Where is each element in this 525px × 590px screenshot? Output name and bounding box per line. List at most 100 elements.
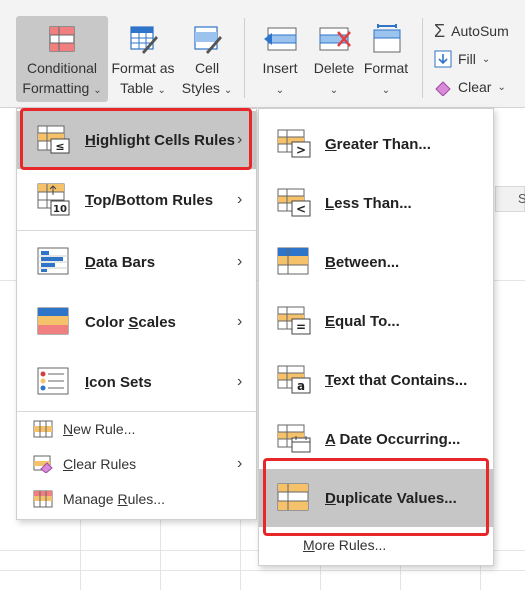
text-contains-icon: a (277, 365, 311, 394)
submenu-item-label: Less Than... (325, 194, 412, 212)
conditional-formatting-icon (49, 26, 75, 52)
chevron-down-icon: ⌄ (481, 53, 491, 65)
svg-text:a: a (297, 379, 305, 393)
chevron-down-icon: ⌄ (93, 85, 102, 96)
submenu-item-label: Equal To... (325, 312, 400, 330)
grid-line (0, 570, 525, 571)
ribbon-separator (422, 18, 423, 98)
fill-label: Fill (458, 51, 476, 67)
format-as-table-button[interactable]: Format as Table ⌄ (110, 16, 176, 102)
greater-than-icon: > (277, 129, 311, 158)
equal-to-icon: = (277, 306, 311, 335)
cs-label-line2: Styles (181, 80, 220, 96)
between-icon (277, 247, 309, 275)
submenu-item-label: Between... (325, 253, 400, 271)
submenu-item-label: Text that Contains... (325, 371, 468, 389)
delete-button[interactable]: Delete ⌄ (308, 16, 360, 102)
menu-item-label: Color Scales (85, 313, 176, 331)
submenu-item-greater-than[interactable]: > Greater Than... (259, 115, 493, 173)
menu-item-new-rule[interactable]: New Rule... (17, 412, 256, 446)
conditional-formatting-menu: ≤ Highlight Cells Rules › 10 Top/Bottom … (16, 108, 257, 520)
highlight-cells-icon: ≤ (37, 125, 70, 154)
eraser-icon (435, 81, 451, 96)
fill-down-icon (434, 50, 452, 68)
menu-item-manage-rules[interactable]: Manage Rules... (17, 482, 256, 516)
svg-text:≤: ≤ (55, 140, 64, 153)
menu-item-highlight-cells-rules[interactable]: ≤ Highlight Cells Rules › (17, 111, 256, 169)
clear-rules-icon (33, 455, 53, 473)
chevron-right-icon: › (237, 131, 243, 148)
insert-button[interactable]: Insert ⌄ (254, 16, 306, 102)
menu-item-clear-rules[interactable]: Clear Rules › (17, 447, 256, 481)
menu-item-top-bottom-rules[interactable]: 10 Top/Bottom Rules › (17, 171, 256, 229)
menu-item-color-scales[interactable]: Color Scales › (17, 293, 256, 351)
manage-rules-icon (33, 490, 53, 508)
top-bottom-icon: 10 (37, 183, 70, 216)
less-than-icon: < (277, 188, 311, 217)
chevron-right-icon: › (237, 313, 243, 330)
fat-label-line2: Table (120, 80, 154, 96)
chevron-down-icon: ⌄ (329, 85, 339, 96)
submenu-item-between[interactable]: Between... (259, 233, 493, 291)
svg-text:10: 10 (53, 204, 67, 215)
menu-item-label: Highlight Cells Rules (85, 131, 236, 149)
data-bars-icon (37, 247, 69, 275)
chevron-right-icon: › (237, 373, 243, 390)
ribbon: Conditional Formatting ⌄ Format as Table… (0, 0, 525, 108)
submenu-item-date-occurring[interactable]: A Date Occurring... (259, 410, 493, 468)
new-rule-icon (33, 420, 53, 438)
cell-styles-icon (194, 26, 222, 54)
submenu-item-equal-to[interactable]: = Equal To... (259, 292, 493, 350)
cs-label-line1: Cell (194, 60, 220, 76)
chevron-right-icon: › (237, 191, 243, 208)
conditional-formatting-button[interactable]: Conditional Formatting ⌄ (16, 16, 108, 102)
format-button[interactable]: Format ⌄ (360, 16, 412, 102)
svg-text:=: = (296, 320, 306, 334)
chevron-down-icon: ⌄ (497, 81, 506, 93)
submenu-item-label: Greater Than... (325, 135, 431, 153)
duplicate-values-icon (277, 483, 309, 511)
chevron-down-icon: ⌄ (223, 85, 233, 96)
fill-button[interactable]: Fill ⌄ (434, 48, 490, 70)
menu-item-label: Manage Rules... (63, 491, 165, 507)
delete-cells-icon (319, 27, 351, 51)
date-occurring-icon (277, 424, 311, 453)
ribbon-separator (244, 18, 245, 98)
format-as-table-icon (130, 26, 158, 54)
cell-styles-button[interactable]: Cell Styles ⌄ (178, 16, 236, 102)
cf-label-line1: Conditional (26, 60, 98, 76)
more-rules-item[interactable]: More Rules... (303, 537, 386, 553)
submenu-item-text-that-contains[interactable]: a Text that Contains... (259, 351, 493, 409)
menu-item-label: Icon Sets (85, 373, 152, 391)
format-label: Format (363, 60, 409, 76)
menu-divider (17, 230, 256, 231)
menu-item-label: Top/Bottom Rules (85, 191, 214, 209)
chevron-down-icon: ⌄ (275, 85, 285, 96)
column-header[interactable]: S (495, 186, 525, 212)
icon-sets-icon (37, 367, 69, 395)
menu-item-label: New Rule... (63, 421, 136, 437)
submenu-item-label: A Date Occurring... (325, 430, 461, 448)
chevron-right-icon: › (237, 253, 243, 270)
submenu-item-duplicate-values[interactable]: Duplicate Values... (259, 469, 493, 527)
menu-item-label: Data Bars (85, 253, 156, 271)
fat-label-line1: Format as (111, 60, 175, 76)
svg-text:>: > (296, 143, 306, 157)
submenu-item-label: Duplicate Values... (325, 489, 457, 507)
chevron-down-icon: ⌄ (381, 85, 391, 96)
submenu-item-less-than[interactable]: < Less Than... (259, 174, 493, 232)
chevron-right-icon: › (237, 455, 243, 472)
cf-label-line2: Formatting (22, 80, 90, 96)
format-cells-icon (373, 24, 401, 53)
menu-item-icon-sets[interactable]: Icon Sets › (17, 353, 256, 411)
insert-label: Insert (262, 60, 298, 76)
menu-item-label: Clear Rules (63, 456, 137, 472)
clear-label: Clear (458, 79, 492, 95)
highlight-cells-submenu: > Greater Than... < Less Than... Between… (258, 108, 494, 566)
chevron-down-icon: ⌄ (157, 85, 166, 96)
menu-item-data-bars[interactable]: Data Bars › (17, 233, 256, 291)
autosum-button[interactable]: Σ AutoSum (434, 20, 509, 42)
clear-button[interactable]: Clear ⌄ (434, 76, 506, 98)
delete-label: Delete (313, 60, 355, 76)
svg-text:<: < (296, 202, 306, 216)
